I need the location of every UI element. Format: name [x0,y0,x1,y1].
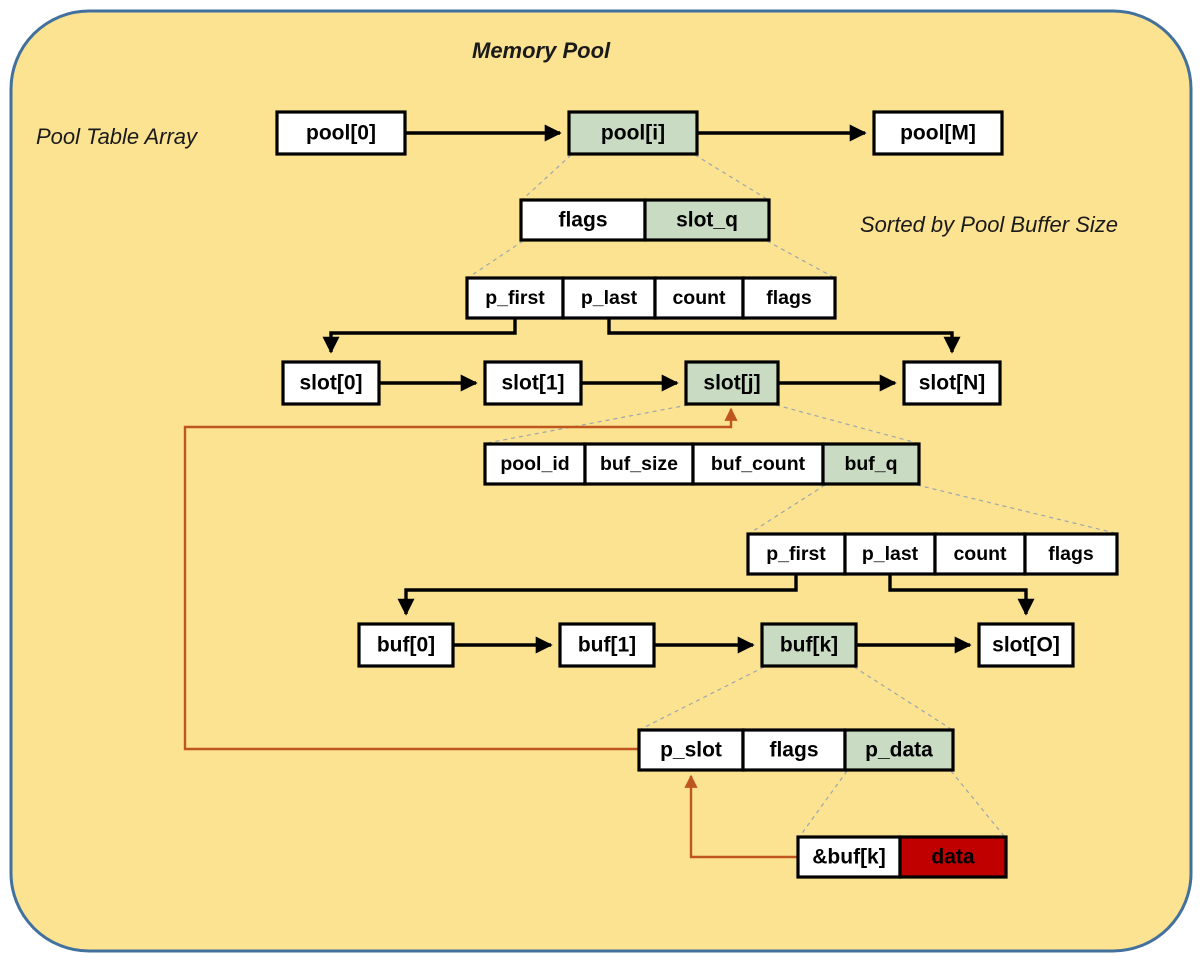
field-buf-flags[interactable]: flags [741,728,847,772]
box-buf-0[interactable]: buf[0] [357,622,455,668]
box-pool-m[interactable]: pool[M] [872,110,1004,156]
box-slot-n[interactable]: slot[N] [902,360,1002,406]
box-slot-0[interactable]: slot[0] [281,360,381,406]
annotation-sorted-by-pool-buffer-size: Sorted by Pool Buffer Size [860,212,1118,237]
field-slot-buf-size[interactable]: buf_size [583,442,695,486]
box-slot-1-label: slot[1] [502,372,565,395]
field-slot-pool-id[interactable]: pool_id [483,442,587,486]
memory-pool-diagram: Memory Pool Pool Table Array Sorted by P… [0,0,1202,962]
row-pool-struct: flags slot_q [519,198,771,242]
row-slot-queue: p_first p_last count flags [465,276,837,320]
field-buf-p-slot[interactable]: p_slot [637,728,745,772]
field-slotq-p-first-label: p_first [485,287,545,309]
panel-title: Memory Pool [472,38,611,63]
annotation-pool-table-array: Pool Table Array [36,124,199,149]
field-buf-p-slot-label: p_slot [660,739,722,762]
row-slot-struct: pool_id buf_size buf_count buf_q [483,442,921,486]
box-slot-1[interactable]: slot[1] [483,360,583,406]
box-slot-0-label: slot[0] [300,372,363,395]
box-slot-j[interactable]: slot[j] [684,360,780,406]
field-buf-address[interactable]: &buf[k] [796,835,902,879]
field-bufq-count[interactable]: count [933,532,1027,576]
box-slot-o[interactable]: slot[O] [977,622,1075,668]
field-bufq-p-last-label: p_last [862,543,919,565]
field-buf-p-data[interactable]: p_data [843,728,955,772]
field-slot-buf-q-label: buf_q [844,453,897,475]
field-slot-buf-count-label: buf_count [711,453,806,475]
box-pool-0-label: pool[0] [306,122,376,145]
box-pool-m-label: pool[M] [900,122,976,145]
box-buf-1[interactable]: buf[1] [558,622,656,668]
field-bufq-flags-label: flags [1048,543,1094,565]
box-buf-1-label: buf[1] [578,634,636,657]
field-bufq-flags[interactable]: flags [1023,532,1119,576]
field-slotq-count-label: count [672,287,726,309]
field-slot-buf-size-label: buf_size [600,453,678,475]
box-slot-j-label: slot[j] [703,372,760,395]
row-data-block: &buf[k] data [796,835,1008,879]
field-slotq-p-first[interactable]: p_first [465,276,565,320]
field-slotq-p-last-label: p_last [581,287,638,309]
field-buf-flags-label: flags [769,739,818,762]
field-slotq-p-last[interactable]: p_last [561,276,657,320]
field-data-payload-label: data [931,846,975,869]
field-pool-slot-q[interactable]: slot_q [643,198,771,242]
field-buf-p-data-label: p_data [865,739,933,762]
box-pool-i[interactable]: pool[i] [567,110,699,156]
field-slotq-count[interactable]: count [653,276,745,320]
field-pool-slot-q-label: slot_q [676,209,738,232]
box-pool-0[interactable]: pool[0] [275,110,407,156]
box-buf-0-label: buf[0] [377,634,435,657]
field-slotq-flags[interactable]: flags [741,276,837,320]
field-slotq-flags-label: flags [766,287,812,309]
row-buffer-struct: p_slot flags p_data [637,728,955,772]
field-slot-buf-q[interactable]: buf_q [821,442,921,486]
box-slot-o-label: slot[O] [992,634,1060,657]
row-buffer-queue: p_first p_last count flags [746,532,1119,576]
field-slot-pool-id-label: pool_id [500,453,569,475]
diagram-canvas: Memory Pool Pool Table Array Sorted by P… [9,9,1193,953]
box-slot-n-label: slot[N] [919,372,986,395]
box-buf-k-label: buf[k] [780,634,838,657]
field-bufq-count-label: count [953,543,1007,565]
field-buf-address-label: &buf[k] [812,846,885,869]
field-bufq-p-last[interactable]: p_last [843,532,937,576]
row-pool-table: pool[0] pool[i] pool[M] [275,110,1004,156]
box-buf-k[interactable]: buf[k] [760,622,858,668]
field-data-payload[interactable]: data [898,835,1008,879]
box-pool-i-label: pool[i] [601,122,665,145]
field-bufq-p-first-label: p_first [766,543,826,565]
field-bufq-p-first[interactable]: p_first [746,532,847,576]
field-pool-flags-label: flags [558,209,607,232]
field-pool-flags[interactable]: flags [519,198,647,242]
field-slot-buf-count[interactable]: buf_count [691,442,825,486]
